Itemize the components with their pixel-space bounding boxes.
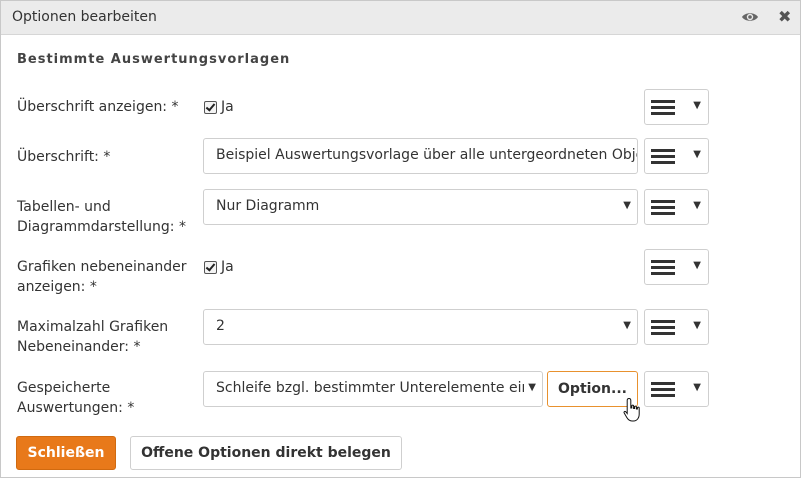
graphics-side-by-side-checkbox-label: Ja xyxy=(221,259,234,275)
label-display-mode: Tabellen- und Diagrammdarstellung: * xyxy=(17,199,186,235)
heading-input[interactable]: Beispiel Auswertungsvorlage über alle un… xyxy=(203,138,638,174)
show-heading-checkbox-label: Ja xyxy=(221,99,234,115)
max-graphics-select[interactable]: 2 ▼ xyxy=(203,309,638,345)
close-icon[interactable]: ✖ xyxy=(778,9,791,25)
options-dialog: Optionen bearbeiten ✖ Bestimmte Auswertu… xyxy=(0,0,801,478)
dialog-title: Optionen bearbeiten xyxy=(12,9,157,25)
row-menu-display-mode[interactable]: ▼ xyxy=(644,189,709,225)
label-saved-evaluations: Gespeicherte Auswertungen: * xyxy=(17,380,135,416)
chevron-down-icon: ▼ xyxy=(623,320,631,331)
chevron-down-icon: ▼ xyxy=(524,382,536,393)
label-max-graphics: Maximalzahl Grafiken Nebeneinander: * xyxy=(17,319,169,355)
dialog-titlebar: Optionen bearbeiten ✖ xyxy=(1,1,800,35)
display-mode-value: Nur Diagramm xyxy=(216,198,320,214)
saved-evaluations-value: Schleife bzgl. bestimmter Unterelemente … xyxy=(216,380,528,396)
chevron-down-icon: ▼ xyxy=(693,200,701,211)
graphics-side-by-side-checkbox-group: Ja xyxy=(204,259,234,275)
display-mode-select[interactable]: Nur Diagramm ▼ xyxy=(203,189,638,225)
graphics-side-by-side-checkbox[interactable] xyxy=(204,260,217,274)
eye-icon[interactable] xyxy=(741,10,759,24)
show-heading-checkbox-group: Ja xyxy=(204,99,234,115)
hamburger-icon xyxy=(651,320,675,336)
row-menu-graphics-side-by-side[interactable]: ▼ xyxy=(644,249,709,285)
hamburger-icon xyxy=(651,100,675,116)
row-menu-show-heading[interactable]: ▼ xyxy=(644,89,709,125)
heading-input-value: Beispiel Auswertungsvorlage über alle un… xyxy=(216,147,638,163)
hand-cursor-icon xyxy=(623,397,640,422)
label-show-heading: Überschrift anzeigen: * xyxy=(17,99,179,115)
max-graphics-value: 2 xyxy=(216,318,225,334)
show-heading-checkbox[interactable] xyxy=(204,100,217,114)
label-heading: Überschrift: * xyxy=(17,149,111,165)
chevron-down-icon: ▼ xyxy=(693,260,701,271)
hamburger-icon xyxy=(651,200,675,216)
close-button[interactable]: Schließen xyxy=(16,436,116,470)
row-menu-max-graphics[interactable]: ▼ xyxy=(644,309,709,345)
chevron-down-icon: ▼ xyxy=(693,382,701,393)
section-title: Bestimmte Auswertungsvorlagen xyxy=(17,52,291,67)
saved-evaluations-select[interactable]: Schleife bzgl. bestimmter Unterelemente … xyxy=(203,371,543,407)
chevron-down-icon: ▼ xyxy=(693,149,701,160)
hamburger-icon xyxy=(651,382,675,398)
fill-open-options-button[interactable]: Offene Optionen direkt belegen xyxy=(130,436,402,470)
chevron-down-icon: ▼ xyxy=(623,200,631,211)
row-menu-heading[interactable]: ▼ xyxy=(644,138,709,174)
row-menu-saved-evaluations[interactable]: ▼ xyxy=(644,371,709,407)
hamburger-icon xyxy=(651,260,675,276)
label-graphics-side-by-side: Grafiken nebeneinander anzeigen: * xyxy=(17,259,187,295)
hamburger-icon xyxy=(651,149,675,165)
chevron-down-icon: ▼ xyxy=(693,320,701,331)
chevron-down-icon: ▼ xyxy=(693,100,701,111)
